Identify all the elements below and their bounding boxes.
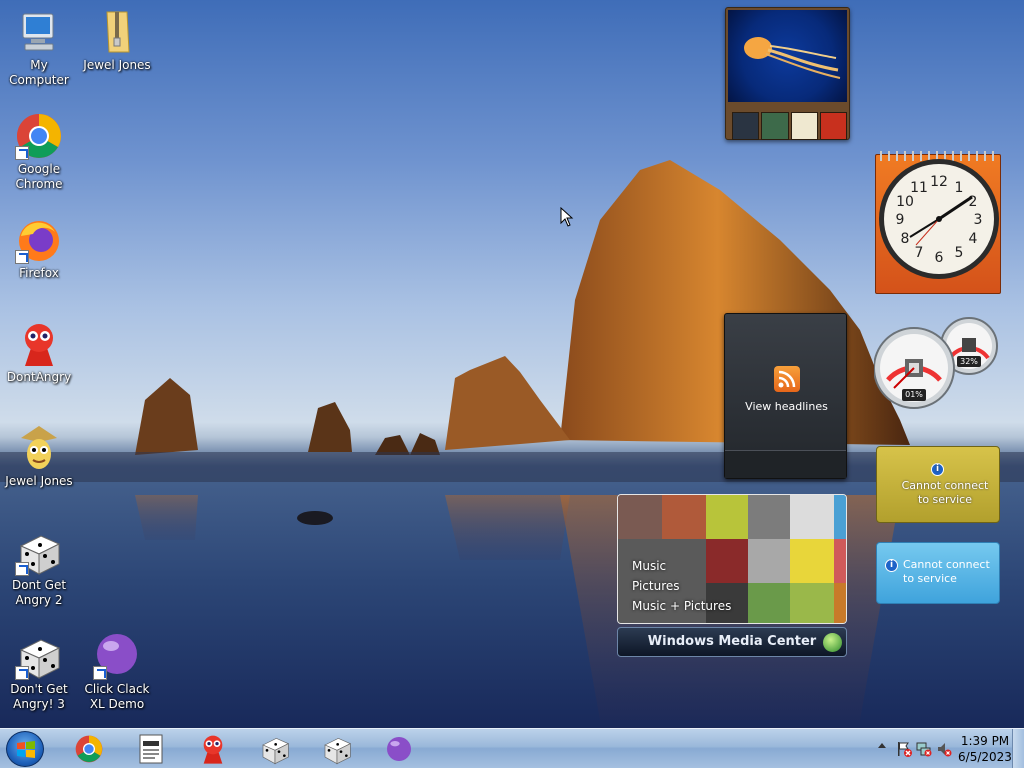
rss-feed-icon [774, 366, 800, 392]
purple-ball-icon [387, 737, 411, 761]
info-icon: i [931, 463, 944, 476]
network-icon[interactable] [916, 741, 932, 757]
clock-number: 1 [955, 180, 964, 196]
desktop-icon-label: Firefox [19, 266, 59, 280]
info-icon: i [885, 559, 898, 572]
view-headlines-link[interactable]: View headlines [725, 400, 848, 413]
dice-icon [324, 737, 352, 765]
media-menu-music-pictures[interactable]: Music + Pictures [632, 596, 731, 616]
stocks-gadget[interactable]: i Cannot connect to service [876, 542, 1000, 604]
taskbar-chrome-button[interactable] [72, 733, 106, 765]
desktop-icon-jewel-jones[interactable]: Jewel Jones [0, 424, 78, 489]
desktop-icon-label: DontAngry [6, 370, 72, 384]
jewel-jones-icon [15, 424, 63, 472]
start-button[interactable] [6, 731, 44, 767]
clock-number: 4 [969, 231, 978, 247]
media-center-title: Windows Media Center [647, 634, 817, 649]
clock-number: 7 [915, 245, 924, 261]
shortcut-arrow-icon [15, 666, 29, 680]
desktop-icon-label: Google Chrome [15, 162, 63, 191]
clock-number: 2 [969, 194, 978, 210]
memory-usage-readout: 32% [957, 356, 981, 367]
slideshow-thumbnails [732, 112, 847, 140]
clock-number: 9 [896, 212, 905, 228]
dice-icon [15, 632, 63, 680]
desktop-icon-jewel-jones-zip[interactable]: Jewel Jones [78, 8, 156, 73]
clock-number: 11 [910, 180, 928, 196]
desktop-icon-label: Jewel Jones [83, 58, 151, 72]
show-desktop-button[interactable] [1012, 729, 1024, 768]
purple-ball-icon [93, 632, 141, 680]
slideshow-photo [728, 10, 847, 102]
windows-orb-icon [823, 633, 842, 652]
media-center-launch-bar[interactable]: Windows Media Center [617, 627, 847, 657]
red-figure-icon [15, 320, 63, 368]
taskbar-time: 1:39 PM [960, 734, 1010, 748]
clock-gadget[interactable]: 12 1 2 3 4 5 6 7 8 9 10 11 [875, 151, 1001, 294]
show-hidden-icons-button[interactable] [878, 743, 886, 748]
clock-face: 12 1 2 3 4 5 6 7 8 9 10 11 [879, 159, 999, 279]
dice-icon [15, 528, 63, 576]
media-center-gadget[interactable]: Music Pictures Music + Pictures Windows … [617, 494, 847, 658]
desktop-icon-firefox[interactable]: Firefox [0, 216, 78, 281]
volume-muted-icon[interactable] [936, 741, 952, 757]
desktop-icon-label: Dont Get Angry 2 [11, 578, 67, 607]
clock-number: 3 [974, 212, 983, 228]
dice-icon [262, 737, 290, 765]
document-icon [139, 734, 163, 764]
desktop-icon-label: Don't Get Angry! 3 [10, 682, 68, 711]
clock-number: 6 [935, 250, 944, 266]
shortcut-arrow-icon [15, 562, 29, 576]
media-menu-pictures[interactable]: Pictures [632, 576, 731, 596]
taskbar-dontangry-button[interactable] [196, 733, 230, 765]
system-tray: 1:39 PM 6/5/2023 [834, 729, 1024, 768]
clock-number: 8 [901, 231, 910, 247]
action-center-flag-icon[interactable] [896, 741, 912, 757]
desktop-icon-dont-get-angry-3[interactable]: Don't Get Angry! 3 [0, 632, 78, 712]
zip-folder-icon [93, 8, 141, 56]
desktop-icon-click-clack-xl-demo[interactable]: Click Clack XL Demo [78, 632, 156, 712]
desktop-icon-google-chrome[interactable]: Google Chrome [0, 112, 78, 192]
shortcut-arrow-icon [15, 146, 29, 160]
clock-number: 10 [896, 194, 914, 210]
red-figure-icon [203, 735, 223, 764]
shortcut-arrow-icon [93, 666, 107, 680]
clock-number: 5 [955, 245, 964, 261]
firefox-icon [15, 216, 63, 264]
taskbar: 1:39 PM 6/5/2023 [0, 728, 1024, 768]
mouse-cursor-icon [560, 206, 574, 230]
feed-headlines-gadget[interactable]: View headlines [724, 313, 847, 479]
taskbar-date: 6/5/2023 [958, 750, 1012, 764]
desktop-icon-dont-get-angry-2[interactable]: Dont Get Angry 2 [0, 528, 78, 608]
desktop-icon-label: Jewel Jones [5, 474, 73, 488]
media-center-menu: Music Pictures Music + Pictures [632, 556, 731, 616]
taskbar-dice-button[interactable] [320, 733, 354, 765]
desktop-icon-my-computer[interactable]: My Computer [0, 8, 78, 88]
chrome-icon [15, 112, 63, 160]
taskbar-click-clack-button[interactable] [382, 733, 416, 765]
desktop-icon-label: Click Clack XL Demo [84, 682, 150, 711]
weather-gadget[interactable]: i Cannot connect to service [876, 446, 1000, 523]
desktop-icon-label: My Computer [9, 58, 69, 87]
cpu-meter-gadget[interactable]: 32% 01% [873, 316, 1002, 411]
computer-icon [15, 8, 63, 56]
feed-gadget-footer [725, 450, 846, 478]
shortcut-arrow-icon [15, 250, 29, 264]
taskbar-dice-button[interactable] [258, 733, 292, 765]
taskbar-clock[interactable]: 1:39 PM 6/5/2023 [954, 733, 1016, 765]
cpu-usage-readout: 01% [902, 389, 926, 401]
clock-number: 12 [930, 174, 948, 190]
desktop-wallpaper [0, 0, 1024, 728]
media-menu-music[interactable]: Music [632, 556, 731, 576]
slideshow-gadget[interactable] [725, 7, 850, 140]
windows-logo-icon [17, 741, 35, 758]
chrome-icon [75, 735, 103, 763]
desktop-icon-dontangry[interactable]: DontAngry [0, 320, 78, 385]
stocks-error-message: Cannot connect to service [903, 558, 990, 585]
weather-error-message: Cannot connect to service [901, 479, 989, 506]
taskbar-document-button[interactable] [134, 733, 168, 765]
